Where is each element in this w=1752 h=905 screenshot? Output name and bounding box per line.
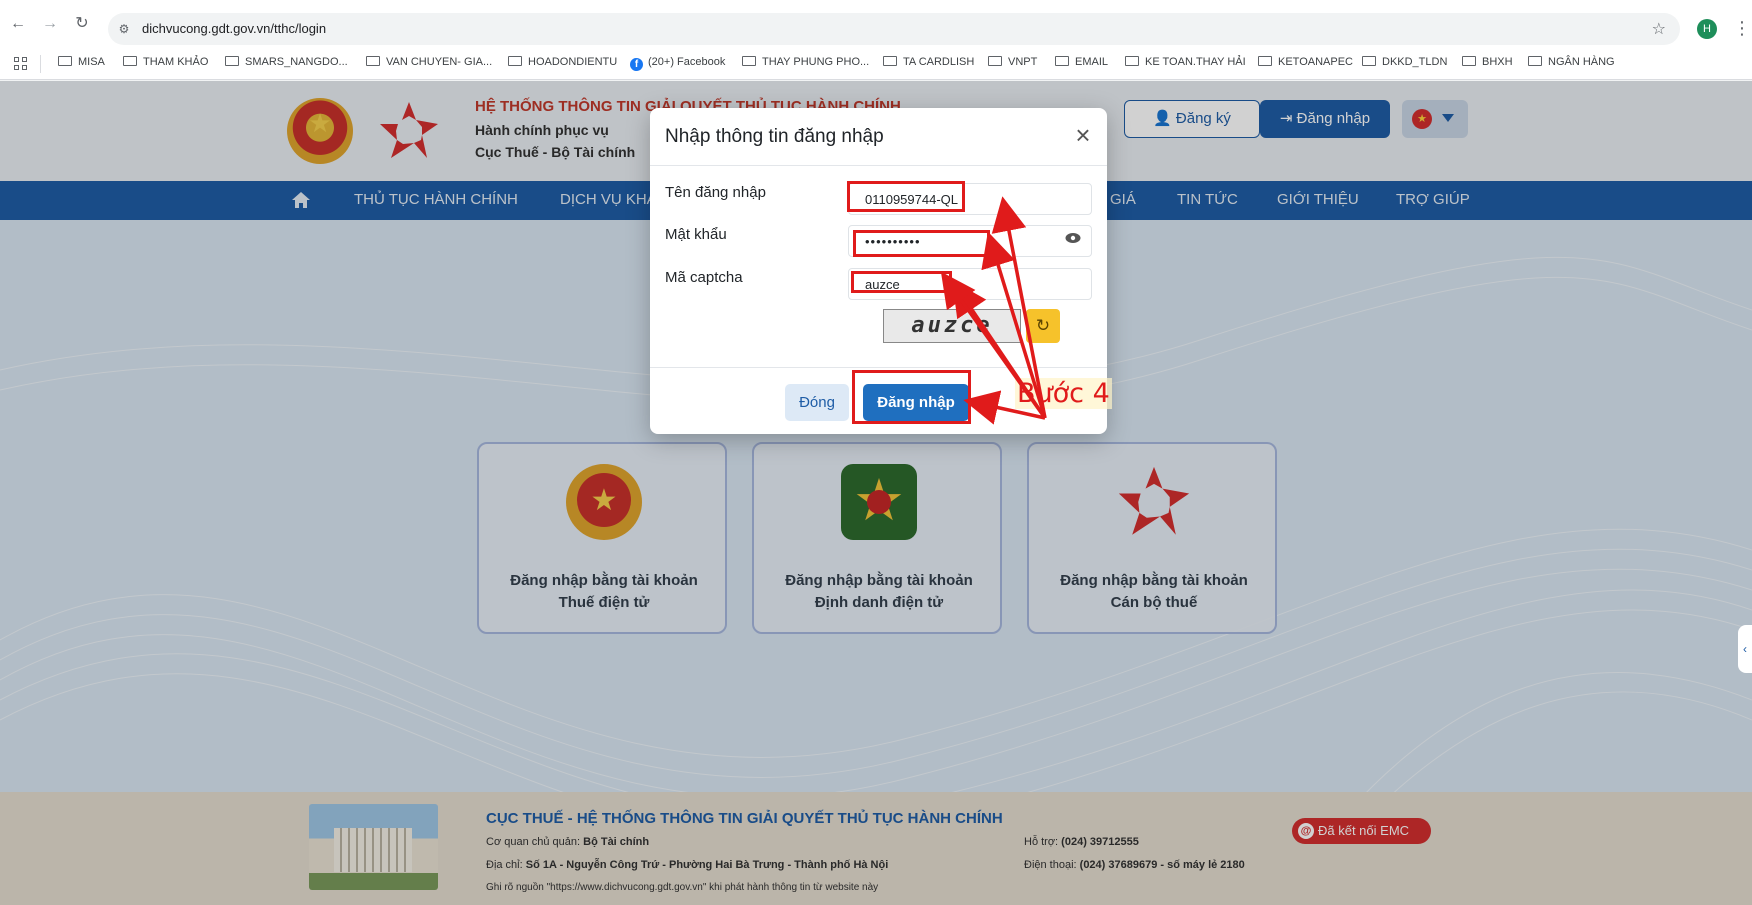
folder-icon [988, 56, 1002, 66]
folder-icon [1125, 56, 1139, 66]
browser-menu-icon[interactable]: ⋮ [1733, 18, 1751, 38]
profile-avatar[interactable]: H [1697, 19, 1717, 39]
folder-icon [1258, 56, 1272, 66]
bookmark-item[interactable]: DKKD_TLDN [1362, 56, 1447, 68]
bookmark-item[interactable]: MISA [58, 56, 105, 68]
folder-icon [1528, 56, 1542, 66]
folder-icon [742, 56, 756, 66]
bookmark-item[interactable]: HOADONDIENTU [508, 56, 617, 68]
bookmark-item[interactable]: THAY PHUNG PHO... [742, 56, 869, 68]
side-collapse-tab[interactable]: ‹ [1738, 625, 1752, 673]
folder-icon [225, 56, 239, 66]
refresh-icon[interactable]: ↻ [1026, 309, 1060, 343]
modal-title: Nhập thông tin đăng nhập [665, 126, 884, 147]
bookmark-item[interactable]: f (20+) Facebook [630, 56, 725, 71]
folder-icon [1362, 56, 1376, 66]
captcha-label: Mã captcha [665, 269, 743, 286]
folder-icon [123, 56, 137, 66]
highlight-captcha [851, 271, 952, 293]
browser-toolbar: ← → ↻ ⚙ dichvucong.gdt.gov.vn/tthc/login… [0, 0, 1752, 46]
bookmark-item[interactable]: EMAIL [1055, 56, 1108, 68]
apps-grid-icon[interactable] [14, 57, 28, 71]
bookmarks-divider [40, 55, 41, 73]
close-icon[interactable]: × [1070, 122, 1096, 148]
bookmark-item[interactable]: VAN CHUYEN- GIA... [366, 56, 492, 68]
forward-icon[interactable]: → [40, 14, 60, 34]
site-info-icon[interactable]: ⚙ [116, 21, 132, 37]
folder-icon [508, 56, 522, 66]
close-button[interactable]: Đóng [785, 384, 849, 421]
highlight-submit [852, 370, 971, 424]
username-label: Tên đăng nhập [665, 184, 766, 201]
bookmark-item[interactable]: NGÂN HÀNG [1528, 56, 1615, 68]
folder-icon [1462, 56, 1476, 66]
bookmarks-bar: MISA THAM KHẢO SMARS_NANGDO... VAN CHUYE… [0, 46, 1752, 80]
address-bar[interactable]: ⚙ dichvucong.gdt.gov.vn/tthc/login ☆ [108, 13, 1680, 45]
step-annotation-label: Bước 4 [1015, 378, 1112, 409]
facebook-icon: f [630, 58, 643, 71]
highlight-username [847, 181, 965, 212]
bookmark-item[interactable]: SMARS_NANGDO... [225, 56, 348, 68]
bookmark-item[interactable]: VNPT [988, 56, 1037, 68]
folder-icon [58, 56, 72, 66]
password-label: Mật khẩu [665, 226, 727, 243]
reload-icon[interactable]: ↻ [72, 14, 92, 34]
bookmark-item[interactable]: BHXH [1462, 56, 1513, 68]
bookmark-item[interactable]: KE TOAN.THAY HẢI [1125, 56, 1246, 68]
highlight-password [853, 230, 990, 257]
bookmark-item[interactable]: KETOANAPEC [1258, 56, 1353, 68]
folder-icon [1055, 56, 1069, 66]
modal-header: Nhập thông tin đăng nhập × [650, 108, 1107, 166]
folder-icon [883, 56, 897, 66]
url-text: dichvucong.gdt.gov.vn/tthc/login [142, 21, 327, 36]
bookmark-item[interactable]: TA CARDLISH [883, 56, 974, 68]
folder-icon [366, 56, 380, 66]
captcha-image: auzce [883, 309, 1021, 343]
bookmark-star-icon[interactable]: ☆ [1652, 19, 1666, 39]
show-password-eye-icon[interactable] [1065, 232, 1081, 244]
back-icon[interactable]: ← [8, 14, 28, 34]
bookmark-item[interactable]: THAM KHẢO [123, 56, 208, 68]
